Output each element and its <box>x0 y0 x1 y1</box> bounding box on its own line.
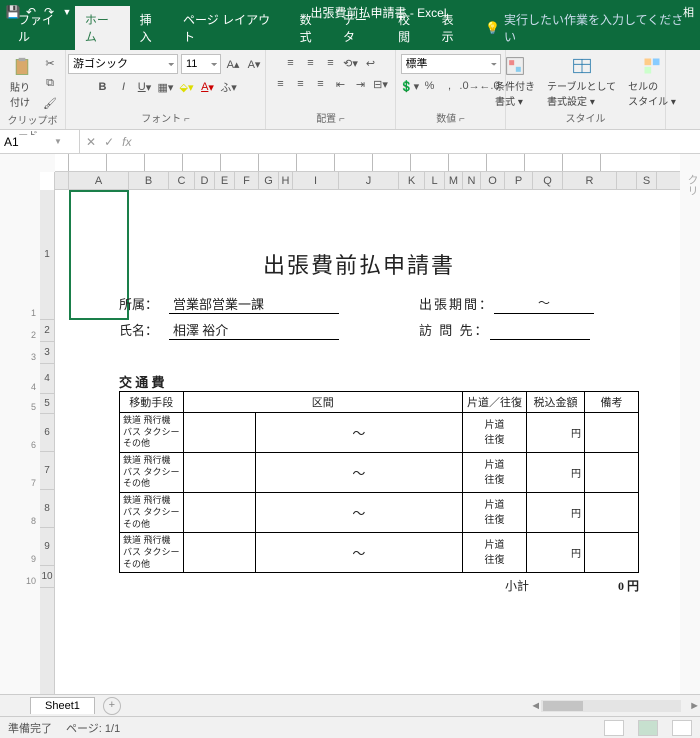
indent-dec-icon[interactable]: ⇤ <box>332 75 350 93</box>
subtotal-value: 0 円 <box>559 577 639 594</box>
inc-decimal-icon[interactable]: .0→ <box>461 77 479 95</box>
group-align-label: 配置 ⌐ <box>316 110 345 127</box>
group-styles-label: スタイル <box>566 110 606 127</box>
new-sheet-button[interactable]: + <box>103 697 121 715</box>
fx-icon[interactable]: fx <box>122 135 131 149</box>
enter-formula-icon[interactable]: ✓ <box>104 135 114 149</box>
formula-bar[interactable] <box>139 134 694 149</box>
paste-button[interactable]: 貼り付け <box>6 55 37 111</box>
align-bottom-icon[interactable]: ≡ <box>322 54 340 72</box>
row-headers[interactable]: 12345678910 <box>40 190 55 694</box>
tab-data[interactable]: データ <box>333 6 388 50</box>
name-value[interactable]: 相澤 裕介 <box>169 320 339 340</box>
tab-file[interactable]: ファイル <box>8 6 75 50</box>
font-size-select[interactable]: 11 <box>181 54 221 74</box>
align-middle-icon[interactable]: ≡ <box>302 54 320 72</box>
table-row[interactable]: 鉄道 飛行機 バス タクシー その他 <box>120 533 184 573</box>
clipboard-icon <box>12 57 32 77</box>
cond-format-icon <box>505 56 525 76</box>
table-row[interactable]: 鉄道 飛行機 バス タクシー その他 <box>120 453 184 493</box>
tellme-search[interactable]: 💡 実行したい作業を入力してください <box>475 6 700 50</box>
align-left-icon[interactable]: ≡ <box>272 75 290 93</box>
clipboard-pane-hint: クリ <box>680 174 700 196</box>
wrap-text-icon[interactable]: ↩ <box>362 54 380 72</box>
conditional-format-button[interactable]: 条件付き 書式 ▾ <box>491 54 539 110</box>
cell-styles-icon <box>642 56 662 76</box>
tab-formulas[interactable]: 数式 <box>290 6 333 50</box>
font-name-select[interactable]: 游ゴシック <box>68 54 178 74</box>
orientation-icon[interactable]: ⟲▾ <box>342 54 360 72</box>
dept-label: 所属： <box>119 294 169 314</box>
scroll-left-icon[interactable]: ◄ <box>530 700 541 712</box>
transport-table[interactable]: 移動手段 区間 片道／往復 税込金額 備考 鉄道 飛行機 バス タクシー その他… <box>119 391 639 573</box>
sheet-tab[interactable]: Sheet1 <box>30 697 95 714</box>
subtotal-label: 小計 <box>119 577 559 594</box>
number-format-select[interactable]: 標準 <box>401 54 501 74</box>
section-transport: 交 通 費 <box>119 372 649 391</box>
group-font-label: フォント ⌐ <box>141 110 190 127</box>
indent-inc-icon[interactable]: ⇥ <box>352 75 370 93</box>
table-icon <box>572 56 592 76</box>
italic-button[interactable]: I <box>115 78 133 96</box>
th-section: 区間 <box>183 392 462 413</box>
dept-value[interactable]: 営業部営業一課 <box>169 294 339 314</box>
accounting-format-icon[interactable]: 💲▾ <box>401 77 419 95</box>
align-center-icon[interactable]: ≡ <box>292 75 310 93</box>
view-normal-icon[interactable] <box>604 720 624 736</box>
table-row[interactable]: 鉄道 飛行機 バス タクシー その他 <box>120 413 184 453</box>
th-method: 移動手段 <box>120 392 184 413</box>
ruler-horizontal <box>55 154 680 172</box>
column-headers[interactable]: ABCDEFGHIJKLMNOPQRS <box>55 172 680 190</box>
scroll-right-icon[interactable]: ► <box>689 700 700 712</box>
fill-color-button[interactable]: ⬙▾ <box>178 78 196 96</box>
visit-value[interactable] <box>490 320 590 340</box>
phonetic-button[interactable]: ふ▾ <box>220 78 238 96</box>
tab-pagelayout[interactable]: ページ レイアウト <box>173 6 290 50</box>
worksheet-area[interactable]: 出張費前払申請書 所属： 営業部営業一課 出張期間： ～ 氏名： 相澤 裕介 訪… <box>55 190 680 694</box>
view-layout-icon[interactable] <box>638 720 658 736</box>
group-number-label: 数値 ⌐ <box>436 110 465 127</box>
period-label: 出張期間： <box>419 294 494 314</box>
copy-icon[interactable]: ⧉ <box>41 74 59 92</box>
grow-font-icon[interactable]: A▴ <box>224 55 242 73</box>
percent-icon[interactable]: % <box>421 77 439 95</box>
cell-styles-button[interactable]: セルの スタイル ▾ <box>624 54 680 110</box>
doc-title: 出張費前払申請書 <box>69 248 649 280</box>
name-label: 氏名： <box>119 320 169 340</box>
bold-button[interactable]: B <box>94 78 112 96</box>
tab-insert[interactable]: 挿入 <box>130 6 173 50</box>
status-ready: 準備完了 <box>8 720 52 736</box>
visit-label: 訪 問 先： <box>419 320 490 340</box>
th-oneway: 片道／往復 <box>462 392 526 413</box>
row-numbers-ruler: 12345678910 <box>24 190 40 694</box>
table-row[interactable]: 鉄道 飛行機 バス タクシー その他 <box>120 493 184 533</box>
tab-home[interactable]: ホーム <box>75 6 130 50</box>
underline-button[interactable]: U▾ <box>136 78 154 96</box>
tab-review[interactable]: 校閲 <box>388 6 431 50</box>
name-box[interactable]: ▼ <box>0 130 80 153</box>
status-page: ページ: 1/1 <box>66 720 120 736</box>
horizontal-scrollbar[interactable] <box>541 700 681 712</box>
align-top-icon[interactable]: ≡ <box>282 54 300 72</box>
cancel-formula-icon[interactable]: ✕ <box>86 135 96 149</box>
tab-view[interactable]: 表示 <box>432 6 475 50</box>
cut-icon[interactable]: ✂ <box>41 54 59 72</box>
search-icon: 💡 <box>485 21 500 35</box>
shrink-font-icon[interactable]: A▾ <box>245 55 263 73</box>
format-painter-icon[interactable]: 🖌 <box>41 94 59 112</box>
border-button[interactable]: ▦▾ <box>157 78 175 96</box>
comma-icon[interactable]: , <box>441 77 459 95</box>
th-amount: 税込金額 <box>526 392 584 413</box>
align-right-icon[interactable]: ≡ <box>312 75 330 93</box>
merge-button[interactable]: ⊟▾ <box>372 75 390 93</box>
format-as-table-button[interactable]: テーブルとして 書式設定 ▾ <box>543 54 620 110</box>
period-value[interactable]: ～ <box>494 294 594 314</box>
th-note: 備考 <box>584 392 638 413</box>
font-color-button[interactable]: A▾ <box>199 78 217 96</box>
view-pagebreak-icon[interactable] <box>672 720 692 736</box>
